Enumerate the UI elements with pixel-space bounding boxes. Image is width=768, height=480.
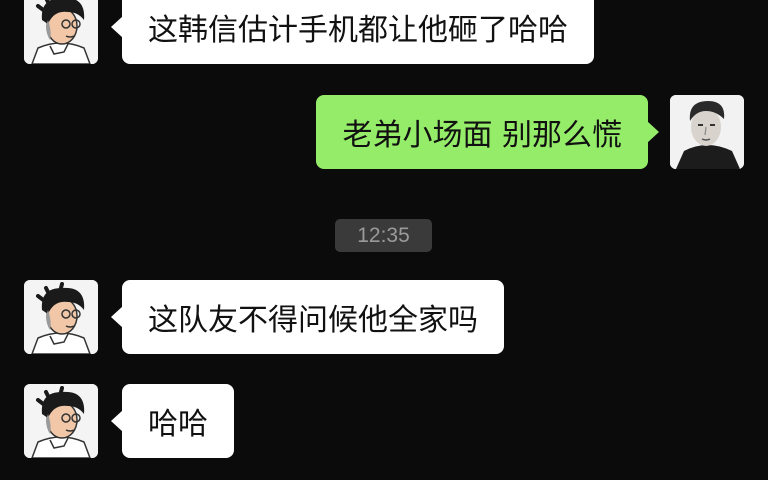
message-bubble[interactable]: 哈哈 [111, 384, 234, 458]
message-row-incoming: 哈哈 [24, 384, 234, 458]
cartoon-man-avatar-icon[interactable] [24, 280, 98, 354]
man-photo-avatar-icon[interactable] [670, 95, 744, 169]
chat-window: 这韩信估计手机都让他砸了哈哈 老弟小场面 别那么慌 12:35 这队友不得问候他… [0, 0, 768, 480]
cartoon-man-avatar-icon[interactable] [24, 384, 98, 458]
timestamp: 12:35 [335, 219, 432, 252]
message-text: 老弟小场面 别那么慌 [342, 118, 622, 153]
message-text: 哈哈 [148, 407, 208, 442]
message-text: 这队友不得问候他全家吗 [148, 303, 478, 338]
message-bubble[interactable]: 老弟小场面 别那么慌 [316, 95, 659, 169]
message-row-incoming: 这队友不得问候他全家吗 [24, 280, 504, 354]
message-text: 这韩信估计手机都让他砸了哈哈 [148, 13, 568, 48]
message-row-outgoing: 老弟小场面 别那么慌 [316, 95, 744, 169]
message-row-incoming: 这韩信估计手机都让他砸了哈哈 [24, 0, 594, 64]
message-bubble[interactable]: 这队友不得问候他全家吗 [111, 280, 504, 354]
message-bubble[interactable]: 这韩信估计手机都让他砸了哈哈 [111, 0, 594, 64]
cartoon-man-avatar-icon[interactable] [24, 0, 98, 64]
